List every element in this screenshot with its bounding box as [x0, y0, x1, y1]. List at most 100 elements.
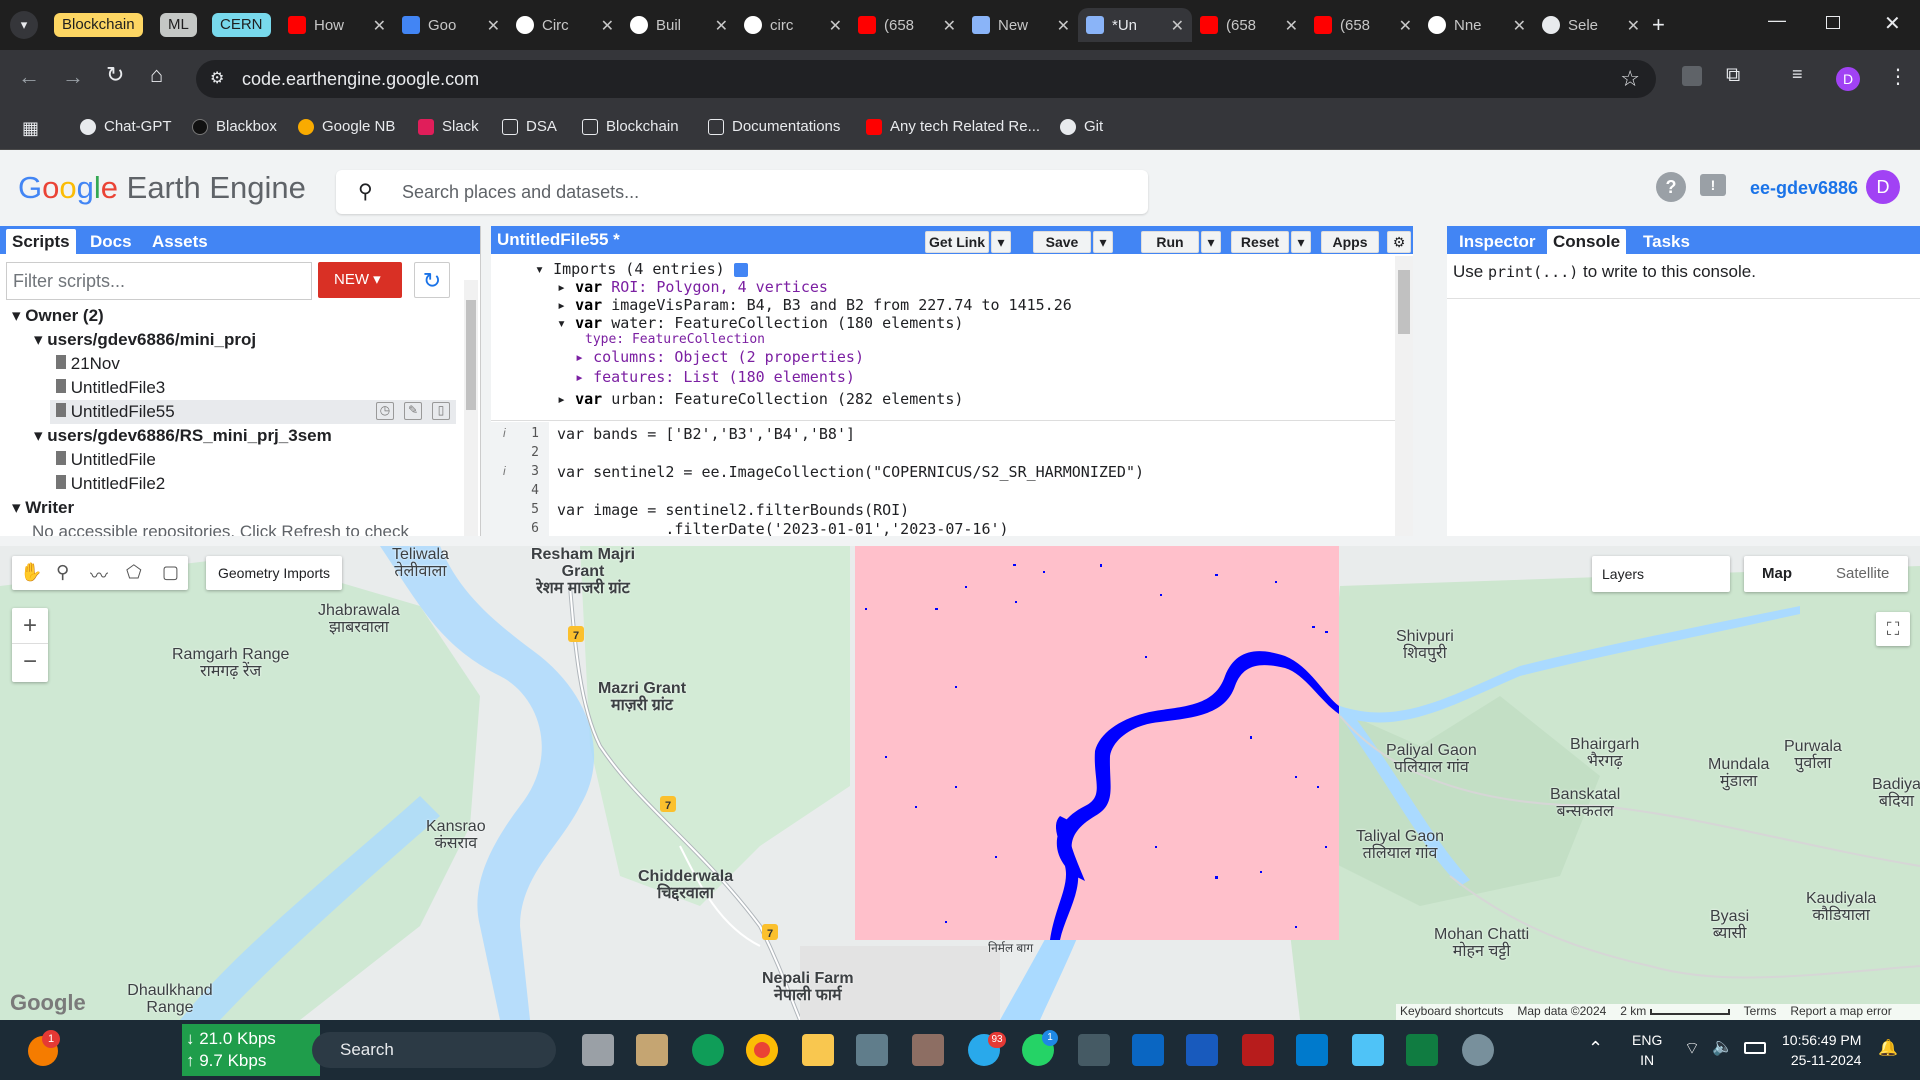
address-bar[interactable]: ⚙ code.earthengine.google.com ☆ [196, 60, 1656, 98]
close-icon[interactable]: ✕ [1057, 16, 1070, 36]
tab-group-chip-blockchain[interactable]: Blockchain [54, 13, 143, 37]
close-icon[interactable]: ✕ [715, 16, 728, 36]
editor-scrollbar[interactable] [1395, 256, 1413, 536]
import-roi[interactable]: ▸ var ROI: Polygon, 4 vertices [557, 278, 828, 296]
tree-file[interactable]: UntitledFile2 [56, 474, 165, 494]
browser-tab[interactable]: (658 ✕ [1306, 8, 1420, 42]
language-indicator[interactable]: ENG IN [1632, 1030, 1662, 1070]
close-icon[interactable]: ✕ [1627, 16, 1640, 36]
tab-scripts[interactable]: Scripts [6, 229, 76, 254]
apps-button[interactable]: Apps [1321, 231, 1379, 253]
tree-owner[interactable]: ▾ Owner (2) [12, 306, 104, 326]
browser-tab[interactable]: (658 ✕ [1192, 8, 1306, 42]
marker-icon[interactable]: ⚲ [56, 562, 69, 583]
fullscreen-icon[interactable]: ⛶ [1876, 612, 1910, 646]
zoom-in-button[interactable]: + [12, 608, 48, 644]
panel-splitter[interactable] [1413, 226, 1447, 536]
browser-tab[interactable]: (658 ✕ [850, 8, 964, 42]
places-search-input[interactable]: ⚲ Search places and datasets... [336, 170, 1148, 214]
notification-bell-icon[interactable]: 🔔 [1878, 1038, 1898, 1058]
save-button[interactable]: Save [1033, 231, 1091, 253]
task-view-icon[interactable] [582, 1034, 614, 1066]
terms-link[interactable]: Terms [1744, 1004, 1777, 1020]
import-vis[interactable]: ▸ var imageVisParam: B4, B3 and B2 from … [557, 296, 1072, 314]
back-icon[interactable]: ← [18, 64, 40, 90]
panel-splitter[interactable] [481, 226, 491, 536]
browser-tab[interactable]: circ ✕ [736, 8, 850, 42]
import-urban[interactable]: ▸ var urban: FeatureCollection (282 elem… [557, 390, 963, 408]
volume-icon[interactable]: 🔈 [1712, 1037, 1733, 1057]
bookmark-star-icon[interactable]: ☆ [1620, 60, 1640, 98]
browser-tab[interactable]: Goo ✕ [394, 8, 508, 42]
browser-tab[interactable]: Buil ✕ [622, 8, 736, 42]
imports-header[interactable]: ▾ Imports (4 entries) [535, 260, 748, 278]
bookmark-item[interactable]: Any tech Related Re... [866, 118, 1040, 135]
browser-tab[interactable]: How ✕ [280, 8, 394, 42]
line-icon[interactable]: 〰 [90, 562, 108, 588]
close-icon[interactable]: ✕ [1285, 16, 1298, 36]
rectangle-icon[interactable]: ▢ [162, 562, 179, 583]
close-icon[interactable]: ✕ [601, 16, 614, 36]
tab-group-chip-cern[interactable]: CERN [212, 13, 271, 37]
earth-engine-logo[interactable]: Google Earth Engine [18, 170, 306, 206]
winrar-icon[interactable] [1242, 1034, 1274, 1066]
browser-tab[interactable]: Sele ✕ [1534, 8, 1648, 42]
code-line[interactable]: .filterDate('2023-01-01','2023-07-16') [557, 520, 1008, 536]
settings-gear-icon[interactable]: ⚙ [1387, 231, 1411, 253]
taskbar-search[interactable]: Search [312, 1032, 556, 1068]
tab-inspector[interactable]: Inspector [1453, 229, 1542, 254]
word-icon[interactable] [1186, 1034, 1218, 1066]
tree-writer[interactable]: ▾ Writer [12, 498, 74, 518]
get-link-dropdown[interactable]: ▾ [991, 231, 1011, 253]
code-line[interactable]: var bands = ['B2','B3','B4','B8'] [557, 425, 855, 443]
browser-menu-icon[interactable]: ⋮ [1888, 64, 1908, 89]
extension-icon[interactable] [1682, 66, 1702, 86]
reset-dropdown[interactable]: ▾ [1291, 231, 1311, 253]
widgets-icon[interactable] [636, 1034, 668, 1066]
map-type-map-button[interactable]: Map [1762, 565, 1792, 582]
close-icon[interactable]: ✕ [943, 16, 956, 36]
save-dropdown[interactable]: ▾ [1093, 231, 1113, 253]
profile-avatar[interactable]: D [1836, 67, 1860, 91]
tab-assets[interactable]: Assets [146, 229, 214, 254]
reset-button[interactable]: Reset [1231, 231, 1289, 253]
bookmark-item[interactable]: Google NB [298, 118, 395, 135]
tab-search-button[interactable]: ▾ [10, 11, 38, 39]
import-water[interactable]: ▾ var water: FeatureCollection (180 elem… [557, 314, 963, 332]
close-icon[interactable]: ✕ [1171, 16, 1184, 36]
bookmark-item[interactable]: Chat-GPT [80, 118, 172, 135]
wifi-icon[interactable]: ⌔ [1684, 1038, 1700, 1059]
excel-icon[interactable] [1406, 1034, 1438, 1066]
extensions-puzzle-icon[interactable]: ⧉ [1726, 64, 1740, 87]
forward-icon[interactable]: → [62, 64, 84, 90]
tab-group-chip-ml[interactable]: ML [160, 13, 197, 37]
close-icon[interactable]: ✕ [1513, 16, 1526, 36]
geometry-imports-button[interactable]: Geometry Imports [206, 556, 342, 590]
feedback-icon[interactable]: ! [1700, 174, 1726, 196]
tree-repo[interactable]: ▾ users/gdev6886/RS_mini_prj_3sem [34, 426, 332, 446]
run-button[interactable]: Run [1141, 231, 1199, 253]
import-water-columns[interactable]: ▸ columns: Object (2 properties) [575, 348, 864, 366]
file-explorer-icon[interactable] [802, 1034, 834, 1066]
tree-file[interactable]: 21Nov [56, 354, 120, 374]
project-name[interactable]: ee-gdev6886 [1750, 178, 1858, 199]
refresh-icon[interactable]: ↻ [414, 262, 450, 298]
map-type-satellite-button[interactable]: Satellite [1836, 565, 1889, 582]
calculator-icon[interactable] [856, 1034, 888, 1066]
map-canvas[interactable]: 7 7 7 Teliwala तेलीवाला Resham Majri Gran… [0, 546, 1920, 1020]
edit-icon[interactable]: ✎ [404, 402, 422, 420]
reload-icon[interactable]: ↻ [106, 62, 124, 88]
code-line[interactable]: var image = sentinel2.filterBounds(ROI) [557, 501, 909, 519]
report-error-link[interactable]: Report a map error [1790, 1004, 1891, 1020]
linkedin-icon[interactable] [1132, 1034, 1164, 1066]
app-icon[interactable] [1078, 1034, 1110, 1066]
user-avatar[interactable]: D [1866, 170, 1900, 204]
new-script-button[interactable]: NEW ▾ [318, 262, 402, 298]
tab-docs[interactable]: Docs [84, 229, 138, 254]
code-line[interactable]: var sentinel2 = ee.ImageCollection("COPE… [557, 463, 1144, 481]
bookmark-item[interactable]: Blackbox [192, 118, 277, 135]
pan-hand-icon[interactable]: ✋ [20, 562, 42, 583]
map-splitter[interactable] [0, 536, 1920, 546]
clock[interactable]: 10:56:49 PM 25-11-2024 [1782, 1030, 1861, 1070]
photo-app-icon[interactable] [912, 1034, 944, 1066]
